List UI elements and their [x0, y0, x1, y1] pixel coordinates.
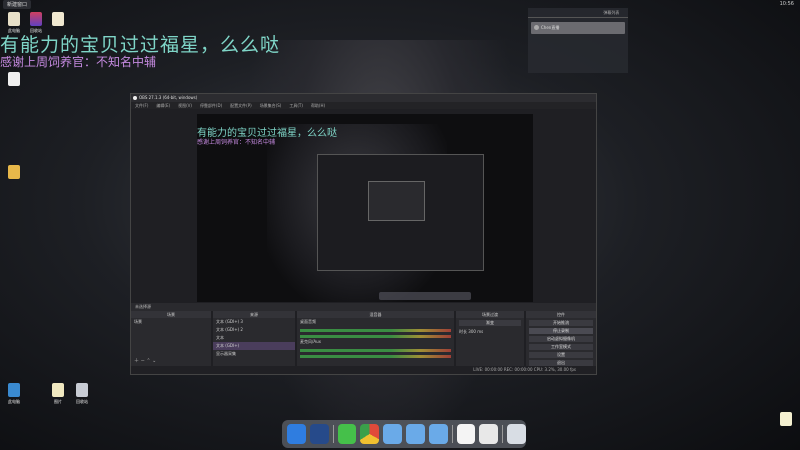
- scene-controls[interactable]: ＋ − ⌃ ⌄: [134, 357, 156, 364]
- dock-separator: [502, 425, 504, 443]
- desktop-icon-doc[interactable]: [2, 72, 26, 88]
- desktop-icon-recycle[interactable]: 回收站: [70, 383, 94, 405]
- scene-item[interactable]: 场景: [131, 318, 211, 326]
- finder-icon[interactable]: [287, 424, 306, 444]
- desktop-icon-note[interactable]: [774, 412, 798, 428]
- clock[interactable]: 10:56: [780, 1, 794, 7]
- chat-tabs: 弹幕列表: [528, 8, 628, 18]
- preview-overlay-line-2: 感谢上周饲养官：不知名中辅: [197, 139, 276, 146]
- file-icon: [780, 412, 792, 426]
- menu-tools[interactable]: 工具(T): [289, 102, 303, 109]
- transitions-dock: 场景过渡 渐变 时长 300 ms: [456, 311, 524, 366]
- scenes-dock: 场景 场景 ＋ − ⌃ ⌄: [131, 311, 211, 366]
- start-streaming-button[interactable]: 开始推流: [529, 320, 593, 326]
- mixer-track: 桌面音频: [300, 319, 316, 324]
- window-title-pill[interactable]: 新建窗口: [3, 0, 32, 9]
- desktop-icon-doc[interactable]: [46, 12, 70, 28]
- folder-icon[interactable]: [428, 424, 448, 444]
- preview-nested-inner: [368, 181, 425, 221]
- transitions-header: 场景过渡: [456, 311, 524, 318]
- dock-separator: [451, 425, 453, 443]
- chrome-icon[interactable]: [360, 424, 380, 444]
- menu-scene-collection[interactable]: 场景集合(S): [260, 102, 282, 109]
- menu-docks[interactable]: 停靠部件(D): [200, 102, 222, 109]
- obs-docks: 场景 场景 ＋ − ⌃ ⌄ 来源 文本 (GDI+) 3 文本 (GDI+) 2…: [131, 311, 596, 366]
- source-item[interactable]: 文本: [213, 334, 295, 342]
- menu-view[interactable]: 视图(V): [178, 102, 192, 109]
- calendar-icon[interactable]: [456, 424, 476, 444]
- scenes-header: 场景: [131, 311, 211, 318]
- preview-nested-obs: [317, 154, 484, 271]
- source-item[interactable]: 显示器采集: [213, 350, 295, 358]
- desktop-icon-label: 此电脑: [8, 399, 20, 404]
- chat-tab[interactable]: [528, 8, 561, 17]
- file-icon: [8, 72, 20, 86]
- folder-icon[interactable]: [383, 424, 402, 444]
- system-tray: 10:56: [756, 1, 794, 7]
- desktop-icon-pictures[interactable]: 图片: [46, 383, 70, 405]
- dock-separator: [332, 425, 334, 443]
- folder-icon[interactable]: [406, 424, 425, 444]
- source-item-selected[interactable]: 文本 (GDI+): [213, 342, 295, 350]
- source-status: 未选择源: [131, 303, 596, 311]
- file-icon: [8, 12, 20, 26]
- chat-item[interactable]: Chen直播: [531, 22, 625, 34]
- obs-titlebar[interactable]: OBS 27.1.3 (64-bit, windows): [131, 94, 596, 102]
- mixer-track: 麦克风/Aux: [300, 339, 321, 344]
- transition-select[interactable]: 渐变: [459, 320, 521, 326]
- sources-header: 来源: [213, 311, 295, 318]
- duration-label: 时长: [459, 329, 467, 334]
- mixer-header: 混音器: [297, 311, 454, 318]
- messages-icon[interactable]: [337, 424, 357, 444]
- volume-slider[interactable]: [300, 355, 451, 358]
- desktop-icon-label: 回收站: [76, 399, 88, 404]
- menu-file[interactable]: 文件(F): [135, 102, 148, 109]
- stop-recording-button[interactable]: 停止录制: [529, 328, 593, 334]
- virtual-camera-button[interactable]: 启动虚拟摄像机: [529, 336, 593, 342]
- trash-icon[interactable]: [507, 424, 526, 444]
- obs-window: OBS 27.1.3 (64-bit, windows) 文件(F) 编辑(E)…: [130, 93, 597, 375]
- trash-icon: [76, 383, 88, 397]
- settings-button[interactable]: 设置: [529, 352, 593, 358]
- obs-statusbar: LIVE: 00:00:00 REC: 00:00:00 CPU: 3.2%, …: [131, 366, 596, 374]
- chat-tab-active[interactable]: [561, 8, 594, 17]
- file-icon: [52, 12, 64, 26]
- duration-row: 时长 300 ms: [456, 328, 524, 336]
- audio-meter: [300, 349, 451, 352]
- file-icon: [52, 383, 64, 397]
- source-item[interactable]: 文本 (GDI+) 3: [213, 318, 295, 326]
- desktop-icon-folder[interactable]: [2, 165, 26, 181]
- app-icon: [30, 12, 42, 26]
- preview-dock: [379, 292, 471, 300]
- computer-icon: [8, 383, 20, 397]
- controls-dock: 控件 开始推流 停止录制 启动虚拟摄像机 工作室模式 设置 退出: [526, 311, 596, 366]
- source-item[interactable]: 文本 (GDI+) 2: [213, 326, 295, 334]
- folder-icon: [8, 165, 20, 179]
- duration-input[interactable]: 300 ms: [468, 329, 483, 334]
- desktop-icon-label: 图片: [54, 399, 62, 404]
- menu-help[interactable]: 帮助(H): [311, 102, 325, 109]
- studio-mode-button[interactable]: 工作室模式: [529, 344, 593, 350]
- app-dock: [282, 420, 526, 448]
- obs-preview[interactable]: 有能力的宝贝过过福星，么么哒 感谢上周饲养官：不知名中辅: [197, 114, 533, 302]
- audio-meter: [300, 329, 451, 332]
- top-bar: 新建窗口 10:56: [0, 0, 800, 10]
- launchpad-icon[interactable]: [309, 424, 329, 444]
- mixer-dock: 混音器 桌面音频 麦克风/Aux: [297, 311, 454, 366]
- menu-edit[interactable]: 编辑(E): [156, 102, 170, 109]
- obs-menubar: 文件(F) 编辑(E) 视图(V) 停靠部件(D) 配置文件(P) 场景集合(S…: [131, 102, 596, 109]
- controls-header: 控件: [526, 311, 596, 318]
- chat-panel: 弹幕列表 Chen直播: [528, 8, 628, 73]
- desktop-icon-network[interactable]: 此电脑: [2, 383, 26, 405]
- sources-dock: 来源 文本 (GDI+) 3 文本 (GDI+) 2 文本 文本 (GDI+) …: [213, 311, 295, 366]
- chat-tab[interactable]: 弹幕列表: [595, 8, 628, 17]
- overlay-line-2: 感谢上周饲养官：不知名中辅: [0, 55, 157, 69]
- clock-icon[interactable]: [479, 424, 499, 444]
- volume-slider[interactable]: [300, 335, 451, 338]
- menu-profile[interactable]: 配置文件(P): [230, 102, 252, 109]
